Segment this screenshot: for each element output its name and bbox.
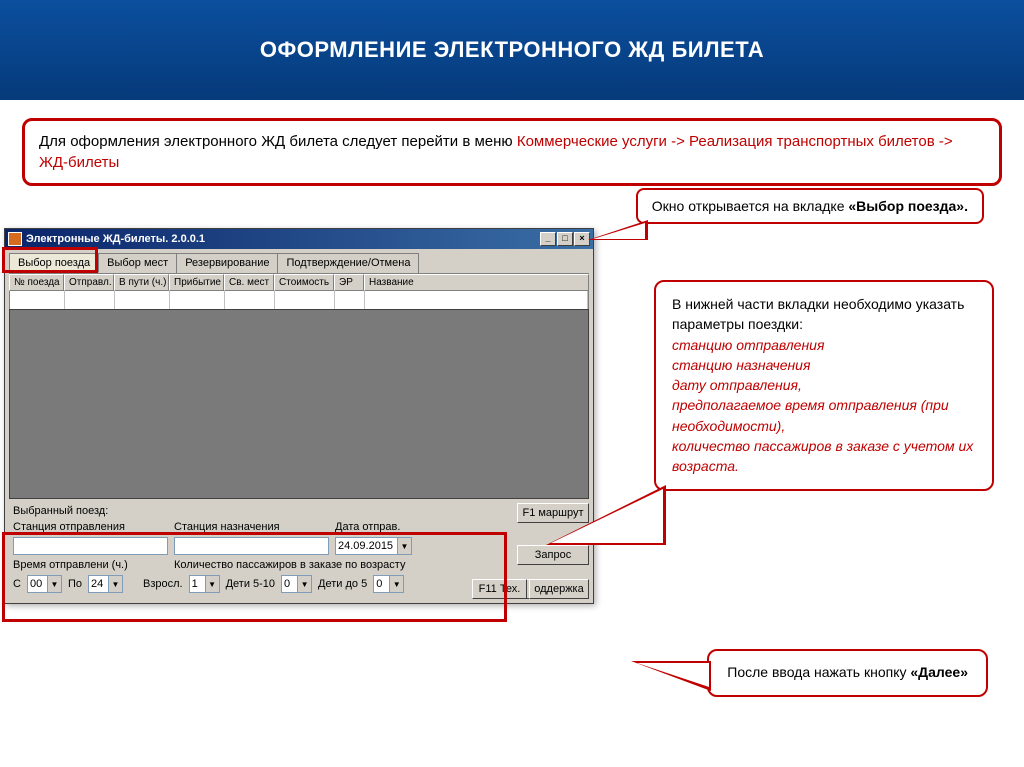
time-to-label: По xyxy=(68,578,82,590)
callout-params: В нижней части вкладки необходимо указат… xyxy=(654,280,994,491)
child5-combo[interactable]: 0▼ xyxy=(373,575,404,593)
chevron-down-icon[interactable]: ▼ xyxy=(397,537,412,555)
chevron-down-icon[interactable]: ▼ xyxy=(389,575,404,593)
bottom-panel: Выбранный поезд: Станция отправления Ста… xyxy=(5,499,593,603)
time-from-label: С xyxy=(13,578,21,590)
callout-tab-text: Окно открывается на вкладке xyxy=(652,198,849,214)
col-train-number[interactable]: № поезда xyxy=(9,274,64,291)
query-button[interactable]: Запрос xyxy=(517,545,589,565)
slide-title: ОФОРМЛЕНИЕ ЭЛЕКТРОННОГО ЖД БИЛЕТА xyxy=(260,37,764,63)
adult-combo[interactable]: 1▼ xyxy=(189,575,220,593)
dep-station-label: Станция отправления xyxy=(13,521,125,533)
titlebar[interactable]: Электронные ЖД-билеты. 2.0.0.1 _ □ × xyxy=(5,229,593,249)
callout-params-l5: количество пассажиров в заказе с учетом … xyxy=(672,436,976,477)
pax-label: Количество пассажиров в заказе по возрас… xyxy=(174,559,405,571)
callout-tab-bold: «Выбор поезда». xyxy=(848,198,968,214)
date-combo[interactable]: 24.09.2015 ▼ xyxy=(335,537,412,555)
dst-station-input[interactable] xyxy=(174,537,329,555)
col-duration[interactable]: В пути (ч.) xyxy=(114,274,169,291)
callout-next-bold: «Далее» xyxy=(910,664,968,680)
time-to-combo[interactable]: 24▼ xyxy=(88,575,123,593)
callout-next: После ввода нажать кнопку «Далее» xyxy=(707,649,988,697)
slide-header: ОФОРМЛЕНИЕ ЭЛЕКТРОННОГО ЖД БИЛЕТА xyxy=(0,0,1024,100)
child510-combo[interactable]: 0▼ xyxy=(281,575,312,593)
tab-select-seats[interactable]: Выбор мест xyxy=(98,253,177,273)
selected-train-label: Выбранный поезд: xyxy=(13,505,108,517)
col-arrival[interactable]: Прибытие xyxy=(169,274,224,291)
adult-label: Взросл. xyxy=(143,578,183,590)
col-name[interactable]: Название xyxy=(364,274,589,291)
callout-params-l3: дату отправления, xyxy=(672,375,976,395)
instruction-box: Для оформления электронного ЖД билета сл… xyxy=(22,118,1002,186)
app-icon xyxy=(8,232,22,246)
grid-empty-area xyxy=(9,309,589,499)
chevron-down-icon[interactable]: ▼ xyxy=(205,575,220,593)
chevron-down-icon[interactable]: ▼ xyxy=(47,575,62,593)
time-label: Время отправлени (ч.) xyxy=(13,559,128,571)
col-cost[interactable]: Стоимость xyxy=(274,274,334,291)
child5-label: Дети до 5 xyxy=(318,578,367,590)
tab-reservation[interactable]: Резервирование xyxy=(176,253,278,273)
time-from-combo[interactable]: 00▼ xyxy=(27,575,62,593)
tab-confirm-cancel[interactable]: Подтверждение/Отмена xyxy=(277,253,419,273)
time-to-value: 24 xyxy=(88,575,108,593)
minimize-button[interactable]: _ xyxy=(540,232,556,246)
adult-value: 1 xyxy=(189,575,205,593)
col-seats[interactable]: Св. мест xyxy=(224,274,274,291)
instruction-text: Для оформления электронного ЖД билета сл… xyxy=(39,133,517,150)
date-value: 24.09.2015 xyxy=(335,537,397,555)
grid-empty-row xyxy=(9,291,589,309)
chevron-down-icon[interactable]: ▼ xyxy=(297,575,312,593)
callout-params-l2: станцию назначения xyxy=(672,355,976,375)
dep-station-input[interactable] xyxy=(13,537,168,555)
date-label: Дата отправ. xyxy=(335,521,400,533)
tabs-row: Выбор поезда Выбор мест Резервирование П… xyxy=(5,249,593,273)
callout-params-l4: предполагаемое время отправления (при не… xyxy=(672,395,976,436)
col-departure[interactable]: Отправл. xyxy=(64,274,114,291)
callout-params-l1: станцию отправления xyxy=(672,335,976,355)
tech-button[interactable]: F11 Тех. xyxy=(472,579,527,599)
child5-value: 0 xyxy=(373,575,389,593)
app-window: Электронные ЖД-билеты. 2.0.0.1 _ □ × Выб… xyxy=(4,228,594,604)
maximize-button[interactable]: □ xyxy=(557,232,573,246)
callout-tab-hint: Окно открывается на вкладке «Выбор поезд… xyxy=(636,188,984,224)
callout-params-intro: В нижней части вкладки необходимо указат… xyxy=(672,294,976,335)
chevron-down-icon[interactable]: ▼ xyxy=(108,575,123,593)
support-button[interactable]: оддержка xyxy=(529,579,589,599)
col-er[interactable]: ЭР xyxy=(334,274,364,291)
titlebar-text: Электронные ЖД-билеты. 2.0.0.1 xyxy=(26,233,540,245)
dst-station-label: Станция назначения xyxy=(174,521,280,533)
tab-select-train[interactable]: Выбор поезда xyxy=(9,253,99,273)
grid-header: № поезда Отправл. В пути (ч.) Прибытие С… xyxy=(9,273,589,291)
child510-label: Дети 5-10 xyxy=(226,578,275,590)
child510-value: 0 xyxy=(281,575,297,593)
callout-next-text: После ввода нажать кнопку xyxy=(727,664,910,680)
time-from-value: 00 xyxy=(27,575,47,593)
